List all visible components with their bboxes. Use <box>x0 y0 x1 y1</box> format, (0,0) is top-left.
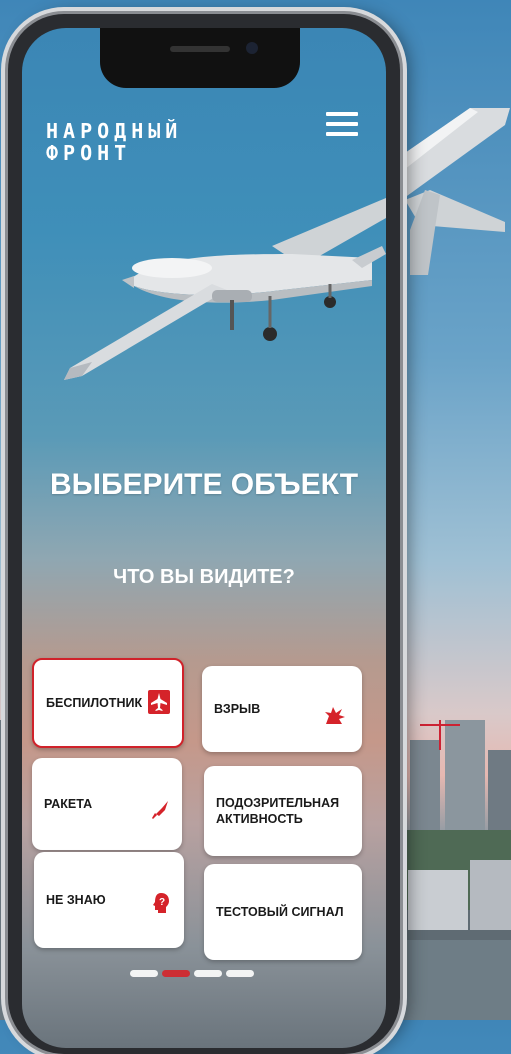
page-subtitle: ЧТО ВЫ ВИДИТЕ? <box>113 566 295 588</box>
question-head-icon: ? <box>153 893 169 913</box>
explosion-icon <box>325 707 345 724</box>
option-test-signal-button[interactable]: ТЕСТОВЫЙ СИГНАЛ <box>204 864 362 960</box>
option-suspicious-activity-button[interactable]: ПОДОЗРИТЕЛЬНАЯ АКТИВНОСТЬ <box>204 766 362 856</box>
page-dot-4[interactable] <box>226 970 254 977</box>
option-label: ВЗРЫВ <box>214 702 261 716</box>
hamburger-icon[interactable] <box>326 112 358 138</box>
logo-line-2: ФРОНТ <box>46 141 132 165</box>
option-dont-know-button[interactable]: НЕ ЗНАЮ ? <box>34 852 184 948</box>
option-label: НЕ ЗНАЮ <box>46 893 106 907</box>
option-explosion-button[interactable]: ВЗРЫВ <box>202 666 362 752</box>
page-dot-3[interactable] <box>194 970 222 977</box>
option-label: БЕСПИЛОТНИК <box>46 696 143 710</box>
option-label: ТЕСТОВЫЙ СИГНАЛ <box>216 905 344 919</box>
app-screen: НАРОДНЫЙ ФРОНТ ВЫБЕРИТЕ ОБЪЕКТ ЧТО ВЫ ВИ… <box>22 28 386 1048</box>
app-logo: НАРОДНЫЙ ФРОНТ <box>46 120 182 164</box>
option-missile-button[interactable]: РАКЕТА <box>32 758 182 850</box>
page-dot-2[interactable] <box>162 970 190 977</box>
drone-icon <box>148 690 170 714</box>
phone-frame: НАРОДНЫЙ ФРОНТ ВЫБЕРИТЕ ОБЪЕКТ ЧТО ВЫ ВИ… <box>8 14 400 1054</box>
page-title: ВЫБЕРИТЕ ОБЪЕКТ <box>49 468 359 501</box>
camera-icon <box>246 42 258 54</box>
logo-line-1: НАРОДНЫЙ <box>46 119 183 143</box>
phone-notch <box>100 28 300 88</box>
option-label: ПОДОЗРИТЕЛЬНАЯ АКТИВНОСТЬ <box>216 796 340 826</box>
option-drone-button[interactable]: БЕСПИЛОТНИК <box>32 658 184 748</box>
svg-text:?: ? <box>159 897 165 908</box>
option-label: РАКЕТА <box>44 797 93 811</box>
speaker-grille <box>170 46 230 52</box>
page-dot-1[interactable] <box>130 970 158 977</box>
missile-icon <box>152 801 168 819</box>
